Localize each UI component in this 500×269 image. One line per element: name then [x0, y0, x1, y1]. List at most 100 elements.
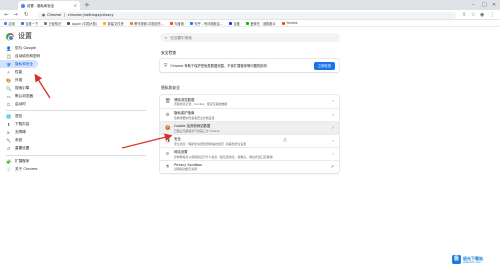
bookmark-item[interactable]: Yandex — [281, 21, 298, 25]
browser-tab[interactable]: 设置 - 隐私和安全 × — [18, 1, 80, 10]
privacy-row-description: 安全浏览（保护您免受危险网站的侵害）和其他安全设置 — [174, 141, 247, 146]
maximize-button[interactable]: □ — [482, 1, 487, 9]
sidebar-item[interactable]: ♿ 无障碍 — [0, 129, 150, 137]
bookmark-item[interactable]: 淘宝网 — [169, 21, 184, 26]
bookmark-item[interactable]: 知乎 - 有问题就会... — [189, 21, 223, 26]
privacy-row[interactable]: ⚗ Privacy Sandbox 试用版功能已关闭 ↗ — [160, 160, 339, 173]
bookmark-label: 腾讯视频-中国领先... — [134, 21, 164, 26]
sidebar-item-label: 启动时 — [15, 101, 26, 106]
sidebar-item[interactable]: 🔍 搜索引擎 — [0, 84, 150, 92]
sidebar-item[interactable]: 🔧 系统 — [0, 137, 150, 145]
flask-icon: ⚗ — [165, 164, 170, 170]
bookmark-favicon-icon — [67, 21, 71, 25]
privacy-row-description: 查看重要的隐私和安全控制设置 — [174, 115, 215, 120]
address-separator — [64, 13, 65, 17]
check-now-button[interactable]: 立即检查 — [313, 61, 335, 70]
privacy-heading: 隐私和安全 — [161, 85, 180, 90]
bookmark-favicon-icon — [228, 21, 232, 25]
privacy-card: 🗑 清除浏览数据 清除浏览记录、Cookie、缓存及其他数据 › ⚙ 隐私保护指南 查看重要… — [160, 95, 339, 173]
safety-check-card: ⛨ Chrome 有助于保护您免受数据泄露、不良扩展程序等问题的影响 立即检查 — [160, 59, 339, 72]
sidebar-item[interactable]: ↺ 重置设置 — [0, 145, 150, 153]
new-tab-button[interactable]: + — [84, 1, 90, 9]
back-arrow-icon[interactable]: ← — [4, 12, 9, 19]
sidebar-item-label: 下载内容 — [15, 122, 30, 126]
bookmark-star-icon[interactable]: ☆ — [471, 12, 475, 18]
privacy-row[interactable]: 🗑 清除浏览数据 清除浏览记录、Cookie、缓存及其他数据 › — [160, 95, 339, 108]
bookmark-item[interactable]: 应用 — [4, 21, 15, 26]
sidebar-item-label: 无障碍 — [15, 130, 26, 134]
profile-icon[interactable]: ◉ — [480, 12, 484, 18]
bookmark-item[interactable]: 百度一下 — [20, 21, 38, 26]
reset-icon: ↺ — [6, 146, 11, 151]
shield-icon: 🛡 — [6, 61, 12, 67]
cookie-icon: 🍪 — [165, 125, 171, 131]
privacy-row-description: 试用版功能已关闭 — [174, 167, 198, 172]
bookmark-item[interactable]: 爱奇艺 - 追剧看片 — [245, 21, 276, 26]
external-link-icon: ↗ — [330, 164, 334, 170]
sidebar-item[interactable]: 🌐 语言 — [0, 113, 150, 121]
bookmark-item[interactable]: 新建文件夹 — [103, 21, 124, 26]
sidebar-item[interactable]: ▭ 默认浏览器 — [0, 92, 150, 100]
chevron-right-icon: › — [332, 138, 334, 144]
accessibility-icon: ♿ — [6, 130, 11, 135]
sidebar-item[interactable]: 👤 您与 Google — [0, 44, 150, 52]
site-info-icon[interactable]: ● — [42, 13, 45, 17]
sidebar-item[interactable]: 📋 自动填充和密码 — [0, 52, 150, 60]
bookmark-label: Apple (中国大陆) — [71, 21, 98, 26]
forward-arrow-icon[interactable]: → — [13, 12, 18, 19]
person-icon: 👤 — [6, 45, 12, 51]
sidebar-item-label: 重置设置 — [15, 146, 30, 150]
privacy-row-title: 安全 — [174, 137, 181, 142]
sidebar-item-label: 搜索引擎 — [15, 85, 30, 90]
reload-icon[interactable]: ↻ — [24, 12, 29, 19]
performance-icon: ⚡ — [7, 69, 10, 75]
bookmark-item[interactable]: 腾讯视频-中国领先... — [129, 21, 164, 26]
bookmark-favicon-icon — [4, 21, 7, 25]
privacy-row[interactable]: ≡ 网站设置 控制网站可以使用和显示什么信息（如位置信息、摄像头、弹出式窗口及其他）… — [160, 147, 339, 160]
sidebar-item-label: 外观 — [15, 77, 23, 82]
bookmark-label: 已经知识 — [48, 21, 62, 26]
tab-close-icon[interactable]: × — [74, 3, 77, 8]
sidebar-item[interactable]: 🧩 扩展程序 — [0, 157, 150, 165]
settings-search[interactable]: ⌕ — [160, 33, 340, 42]
privacy-row-title: 清除浏览数据 — [174, 97, 195, 102]
privacy-row[interactable]: 🛡 安全 安全浏览（保护您免受危险网站的侵害）和其他安全设置 › — [160, 134, 339, 147]
bookmark-item[interactable]: Apple (中国大陆) — [67, 21, 97, 26]
sidebar-item[interactable]: 🎨 外观 — [0, 76, 150, 84]
sidebar-divider — [6, 110, 146, 111]
info-icon: ⓘ — [6, 166, 11, 172]
shield-icon: 🛡 — [165, 138, 171, 144]
bookmark-label: 新建文件夹 — [107, 21, 124, 26]
sidebar-item[interactable]: ⚡ 性能 — [0, 68, 150, 76]
bookmark-favicon-icon — [281, 21, 285, 25]
share-icon[interactable]: ⇪ — [462, 12, 466, 18]
bookmark-favicon-icon — [44, 21, 48, 25]
sidebar-item-label: 系统 — [15, 138, 23, 142]
minimize-button[interactable]: – — [472, 1, 475, 9]
sidebar-item[interactable]: ⬇ 下载内容 — [0, 121, 150, 129]
sidebar-item-label: 您与 Google — [15, 45, 37, 50]
privacy-row-description: 清除浏览记录、Cookie、缓存及其他数据 — [174, 102, 228, 107]
wrench-icon: 🔧 — [6, 138, 12, 143]
bookmark-label: 百度 — [233, 21, 240, 26]
search-input[interactable] — [170, 35, 321, 40]
sidebar-item[interactable]: 🛡 隐私和安全 — [0, 60, 38, 68]
sidebar-item-label: 关于 Chrome — [15, 166, 38, 171]
privacy-row[interactable]: ⚙ 隐私保护指南 查看重要的隐私和安全控制设置 › — [160, 108, 339, 121]
close-window-button[interactable]: ✕ — [492, 1, 496, 9]
sidebar-item[interactable]: ⓘ 关于 Chrome — [0, 165, 150, 173]
bookmark-item[interactable]: 百度 — [228, 21, 240, 26]
watermark-url: www.xz7.com — [463, 260, 481, 264]
sidebar-item[interactable]: ⏻ 启动时 — [0, 100, 150, 108]
privacy-row[interactable]: 🍪 Cookie 及其他网站数据 已阻止无痕模式下的第三方 Cookie › — [160, 121, 339, 134]
chrome-logo-icon — [6, 33, 14, 41]
mouse-pointer-icon: ☝ — [283, 137, 287, 144]
download-icon: ⬇ — [6, 122, 11, 127]
trash-icon: 🗑 — [165, 99, 171, 104]
search-icon: ⌕ — [165, 35, 168, 40]
bookmark-item[interactable]: 已经知识 — [44, 21, 61, 26]
bookmark-favicon-icon — [245, 21, 249, 25]
power-icon: ⏻ — [6, 101, 11, 107]
menu-icon[interactable]: ⋮ — [490, 12, 495, 18]
address-bar[interactable]: ● Chrome chrome://settings/privacy — [38, 11, 456, 19]
